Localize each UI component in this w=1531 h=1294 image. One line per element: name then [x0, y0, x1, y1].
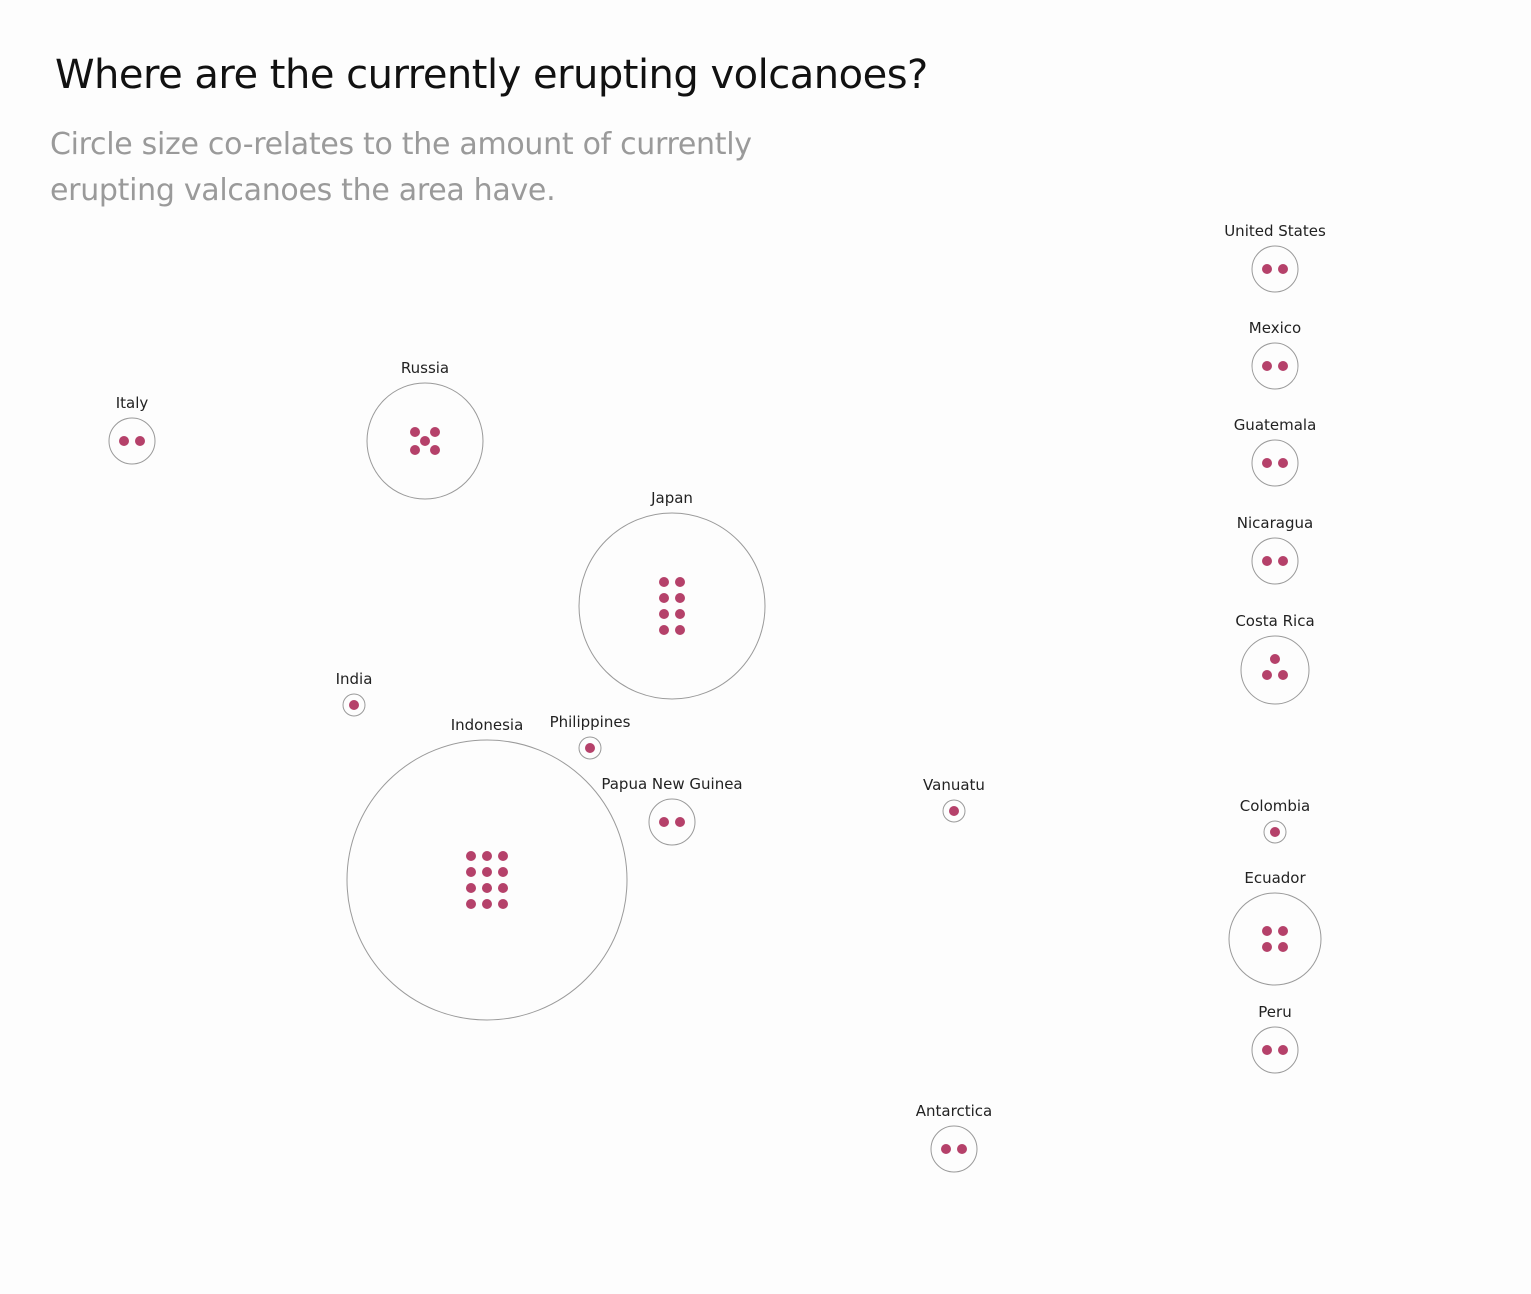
volcano-dot — [1262, 1045, 1272, 1055]
volcano-dot — [675, 593, 685, 603]
volcano-dot — [1262, 926, 1272, 936]
bubble-antarctica: Antarctica — [916, 1102, 992, 1173]
bubble-circle — [578, 512, 766, 700]
volcano-dot — [659, 625, 669, 635]
country-label: Antarctica — [916, 1102, 992, 1120]
volcano-dot — [498, 867, 508, 877]
volcano-dot — [498, 851, 508, 861]
volcano-dot — [430, 445, 440, 455]
bubble-circle — [1251, 1026, 1299, 1074]
bubble-circle — [1251, 342, 1299, 390]
volcano-dot — [466, 867, 476, 877]
bubble-circle — [346, 739, 628, 1021]
volcano-dot — [1278, 556, 1288, 566]
volcano-dot — [466, 851, 476, 861]
bubble-papua-new-guinea: Papua New Guinea — [601, 775, 743, 846]
volcano-dot — [949, 806, 959, 816]
volcano-dot — [1270, 827, 1280, 837]
bubble-mexico: Mexico — [1249, 319, 1301, 390]
country-label: Russia — [401, 359, 449, 377]
volcano-dot — [585, 743, 595, 753]
country-label: Costa Rica — [1235, 612, 1314, 630]
country-label: Italy — [116, 394, 149, 412]
bubble-india: India — [336, 670, 373, 717]
volcano-dot — [135, 436, 145, 446]
volcano-dot — [659, 593, 669, 603]
volcano-dot — [1262, 458, 1272, 468]
volcano-dot — [1262, 264, 1272, 274]
bubble-circle — [108, 417, 156, 465]
volcano-dot — [1270, 654, 1280, 664]
volcano-dot — [420, 436, 430, 446]
volcano-dot — [957, 1144, 967, 1154]
bubble-russia: Russia — [366, 359, 484, 500]
country-label: Peru — [1258, 1003, 1291, 1021]
volcano-dot — [675, 625, 685, 635]
bubble-japan: Japan — [578, 489, 766, 700]
volcano-dot — [482, 899, 492, 909]
volcano-dot — [1278, 942, 1288, 952]
volcano-dot — [466, 899, 476, 909]
bubble-costa-rica: Costa Rica — [1235, 612, 1315, 705]
volcano-dot — [119, 436, 129, 446]
country-label: Colombia — [1240, 797, 1311, 815]
volcano-dot — [941, 1144, 951, 1154]
volcano-dot — [498, 899, 508, 909]
volcano-dot — [498, 883, 508, 893]
country-label: India — [336, 670, 373, 688]
bubble-united-states: United States — [1224, 222, 1326, 293]
volcano-dot — [482, 883, 492, 893]
volcano-dot — [1278, 670, 1288, 680]
bubble-italy: Italy — [108, 394, 156, 465]
bubble-circle — [648, 798, 696, 846]
volcano-dot — [410, 445, 420, 455]
volcano-dot — [659, 817, 669, 827]
volcano-dot — [1262, 361, 1272, 371]
volcano-bubble-chart: United States Mexico Guatemala Nicaragua Cos… — [108, 222, 1326, 1173]
volcano-dot — [1278, 361, 1288, 371]
country-label: Japan — [650, 489, 693, 507]
bubble-peru: Peru — [1251, 1003, 1299, 1074]
country-label: Ecuador — [1244, 869, 1306, 887]
volcano-dot — [466, 883, 476, 893]
bubble-guatemala: Guatemala — [1234, 416, 1317, 487]
country-label: Indonesia — [451, 716, 524, 734]
volcano-dot — [1262, 670, 1272, 680]
volcano-dot — [659, 609, 669, 619]
bubble-ecuador: Ecuador — [1228, 869, 1322, 986]
volcano-dot — [410, 427, 420, 437]
bubble-vanuatu: Vanuatu — [923, 776, 985, 823]
volcano-dot — [1278, 1045, 1288, 1055]
country-label: Philippines — [550, 713, 631, 731]
volcano-dot — [1262, 556, 1272, 566]
volcano-dot — [430, 427, 440, 437]
bubble-philippines: Philippines — [550, 713, 631, 760]
volcano-dot — [1262, 942, 1272, 952]
bubble-indonesia: Indonesia — [346, 716, 628, 1021]
bubble-circle — [1251, 537, 1299, 585]
volcano-dot — [675, 609, 685, 619]
volcano-dot — [1278, 926, 1288, 936]
volcano-dot — [482, 851, 492, 861]
bubble-circle — [1240, 635, 1310, 705]
country-label: Papua New Guinea — [601, 775, 742, 793]
country-label: United States — [1224, 222, 1326, 240]
bubble-colombia: Colombia — [1240, 797, 1311, 844]
volcano-dot — [675, 577, 685, 587]
country-label: Guatemala — [1234, 416, 1317, 434]
bubble-circle — [1228, 892, 1322, 986]
country-label: Vanuatu — [923, 776, 985, 794]
country-label: Mexico — [1249, 319, 1301, 337]
bubble-circle — [930, 1125, 978, 1173]
bubble-circle — [1251, 439, 1299, 487]
volcano-dot — [482, 867, 492, 877]
volcano-dot — [659, 577, 669, 587]
bubble-nicaragua: Nicaragua — [1237, 514, 1313, 585]
bubble-circle — [1251, 245, 1299, 293]
country-label: Nicaragua — [1237, 514, 1313, 532]
volcano-dot — [675, 817, 685, 827]
volcano-dot — [1278, 458, 1288, 468]
volcano-dot — [1278, 264, 1288, 274]
volcano-dot — [349, 700, 359, 710]
